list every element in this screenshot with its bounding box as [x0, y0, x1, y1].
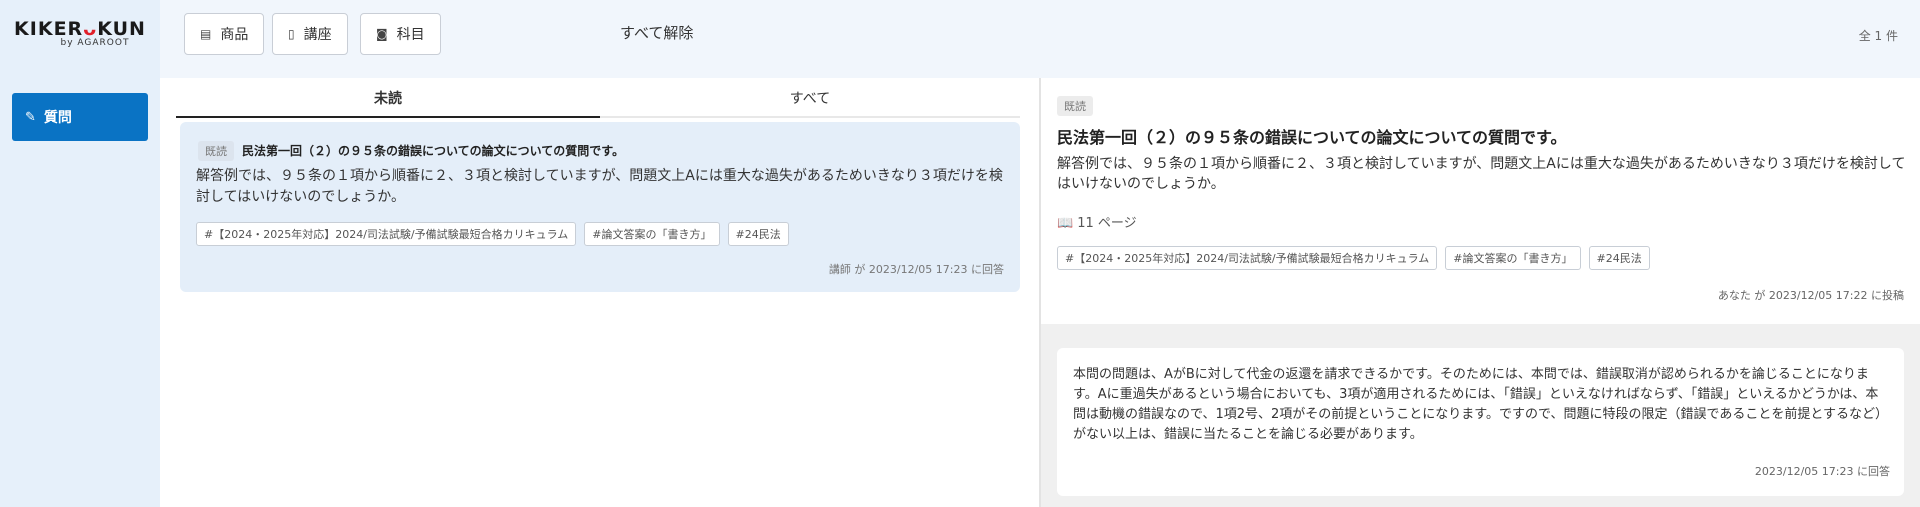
- answer-meta: 2023/12/05 17:23 に回答: [1754, 465, 1890, 478]
- detail-title: 民法第一回（２）の９５条の錯誤についての論文についての質問です。: [1057, 128, 1567, 147]
- read-status-badge: 既読: [198, 141, 234, 161]
- result-count: 全 1 件: [1858, 29, 1898, 43]
- filter-label: 商品: [220, 27, 249, 43]
- camera-icon: ◙: [376, 27, 388, 41]
- tag-essay-writing[interactable]: #論文答案の「書き方」: [584, 222, 720, 246]
- pencil-icon: ✎: [25, 109, 36, 125]
- answer-card: 本問の問題は、AがBに対して代金の返還を請求できるかです。そのためには、本問では…: [1057, 348, 1904, 496]
- phone-icon: ▯: [288, 27, 295, 41]
- filter-course-button[interactable]: ▯ 講座: [272, 13, 348, 55]
- filter-label: 講座: [303, 27, 332, 43]
- sidebar: KIKERᴗKUN by AGAROOT ✎ 質問: [0, 0, 160, 507]
- filter-subject-button[interactable]: ◙ 科目: [360, 13, 441, 55]
- box-icon: ▤: [200, 27, 212, 41]
- tag-civil-law[interactable]: #24民法: [1588, 246, 1650, 270]
- question-tags: #【2024・2025年対応】2024/司法試験/予備試験最短合格カリキュラム …: [196, 222, 789, 246]
- filter-label: 科目: [396, 27, 425, 43]
- answer-area: 本問の問題は、AがBに対して代金の返還を請求できるかです。そのためには、本問では…: [1041, 324, 1920, 507]
- sidebar-item-questions[interactable]: ✎ 質問: [12, 93, 148, 141]
- detail-post-meta: あなた が 2023/12/05 17:22 に投稿: [1717, 289, 1904, 302]
- page-reference: 📖 11 ページ: [1057, 212, 1137, 231]
- question-answer-meta: 講師 が 2023/12/05 17:23 に回答: [828, 263, 1004, 276]
- clear-all-filters-link[interactable]: すべて解除: [620, 22, 693, 43]
- answer-text: 本問の問題は、AがBに対して代金の返還を請求できるかです。そのためには、本問では…: [1073, 367, 1888, 442]
- question-detail: 既読 民法第一回（２）の９５条の錯誤についての論文についての質問です。 解答例で…: [1041, 78, 1920, 324]
- tag-curriculum[interactable]: #【2024・2025年対応】2024/司法試験/予備試験最短合格カリキュラム: [196, 222, 577, 246]
- page-reference-text: 11 ページ: [1077, 216, 1137, 231]
- sidebar-item-label: 質問: [43, 110, 72, 126]
- logo-text: KIKERᴗKUN: [14, 18, 146, 40]
- tag-curriculum[interactable]: #【2024・2025年対応】2024/司法試験/予備試験最短合格カリキュラム: [1057, 246, 1438, 270]
- read-status-badge: 既読: [1057, 96, 1093, 116]
- tab-all[interactable]: すべて: [600, 80, 1020, 118]
- book-icon: 📖: [1057, 216, 1074, 231]
- filter-product-button[interactable]: ▤ 商品: [184, 13, 265, 55]
- app-logo[interactable]: KIKERᴗKUN by AGAROOT: [0, 18, 160, 48]
- detail-body: 解答例では、９５条の１項から順番に２、３項と検討していますが、問題文上Aには重大…: [1057, 156, 1906, 192]
- question-tabs: 未読 すべて: [176, 80, 1020, 118]
- tag-essay-writing[interactable]: #論文答案の「書き方」: [1445, 246, 1581, 270]
- tag-civil-law[interactable]: #24民法: [727, 222, 789, 246]
- question-list-item[interactable]: 既読 民法第一回（２）の９５条の錯誤についての論文についての質問です。 解答例で…: [180, 122, 1020, 292]
- question-body: 解答例では、９５条の１項から順番に２、３項と検討していますが、問題文上Aには重大…: [196, 168, 1003, 205]
- tab-unread[interactable]: 未読: [176, 80, 600, 118]
- detail-tags: #【2024・2025年対応】2024/司法試験/予備試験最短合格カリキュラム …: [1057, 246, 1650, 270]
- top-filter-bar: ▤ 商品 ▯ 講座 ◙ 科目 すべて解除 全 1 件: [160, 0, 1920, 78]
- question-title: 民法第一回（２）の９５条の錯誤についての論文についての質問です。: [242, 144, 625, 158]
